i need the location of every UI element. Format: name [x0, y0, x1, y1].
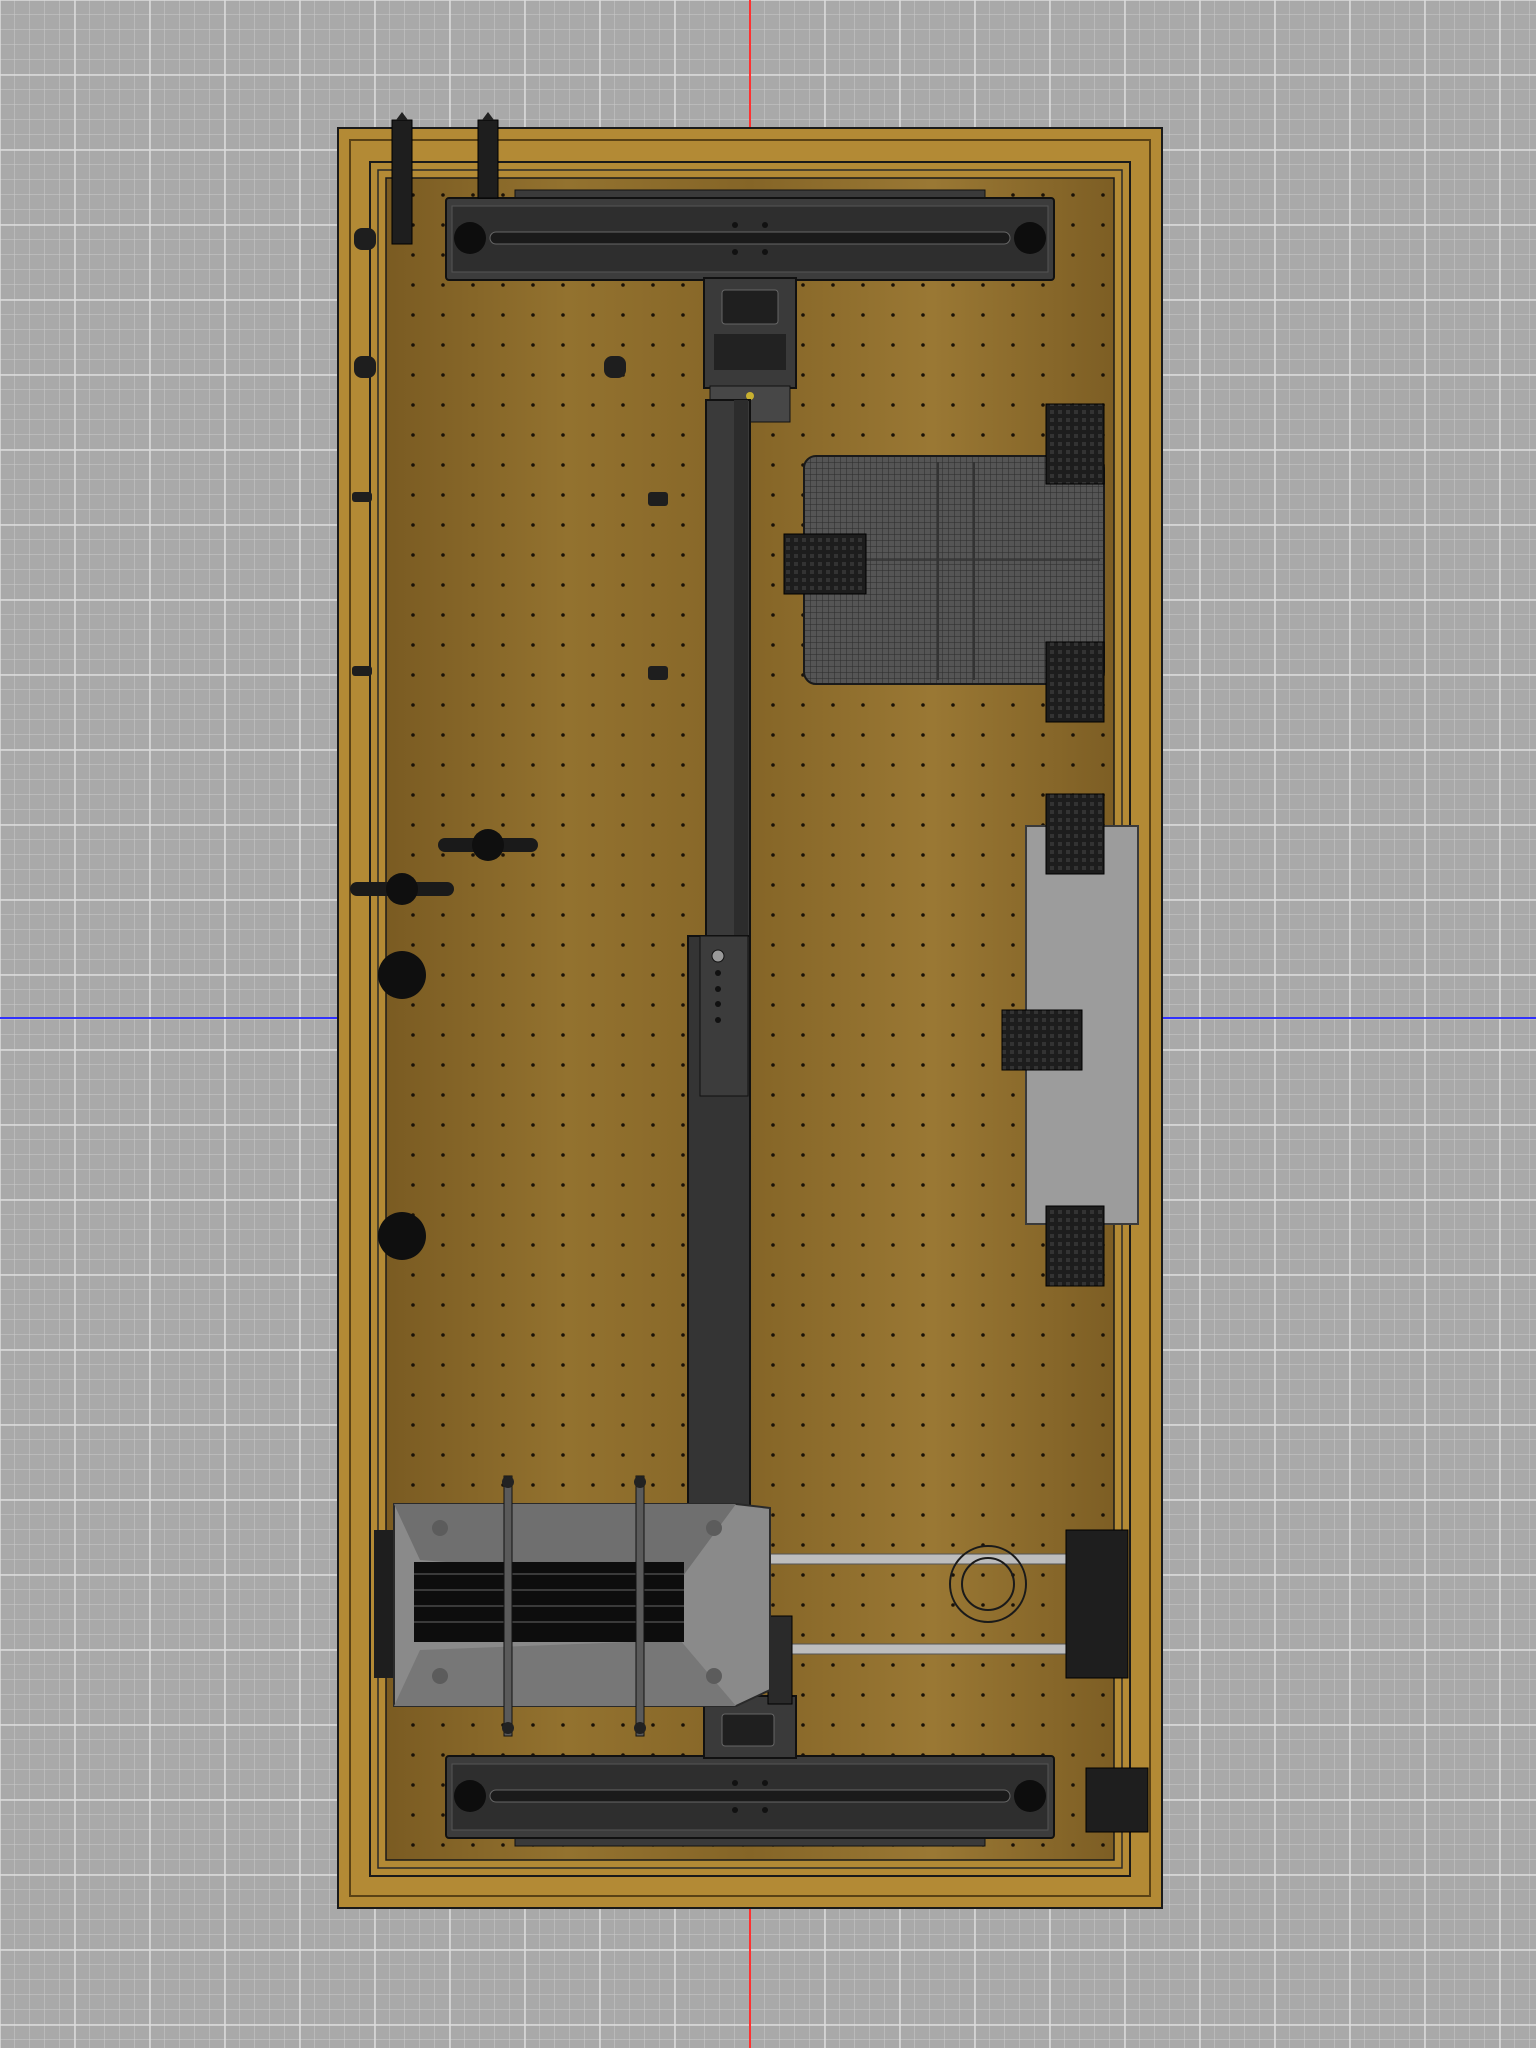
tool-head[interactable]	[374, 1475, 771, 1737]
cad-viewport[interactable]	[0, 0, 1536, 2048]
top-gantry-rail[interactable]	[445, 189, 1055, 281]
machine-model[interactable]	[0, 0, 1536, 2048]
corner-block[interactable]	[1085, 1767, 1149, 1833]
bottom-gantry-rail[interactable]	[445, 1755, 1055, 1847]
